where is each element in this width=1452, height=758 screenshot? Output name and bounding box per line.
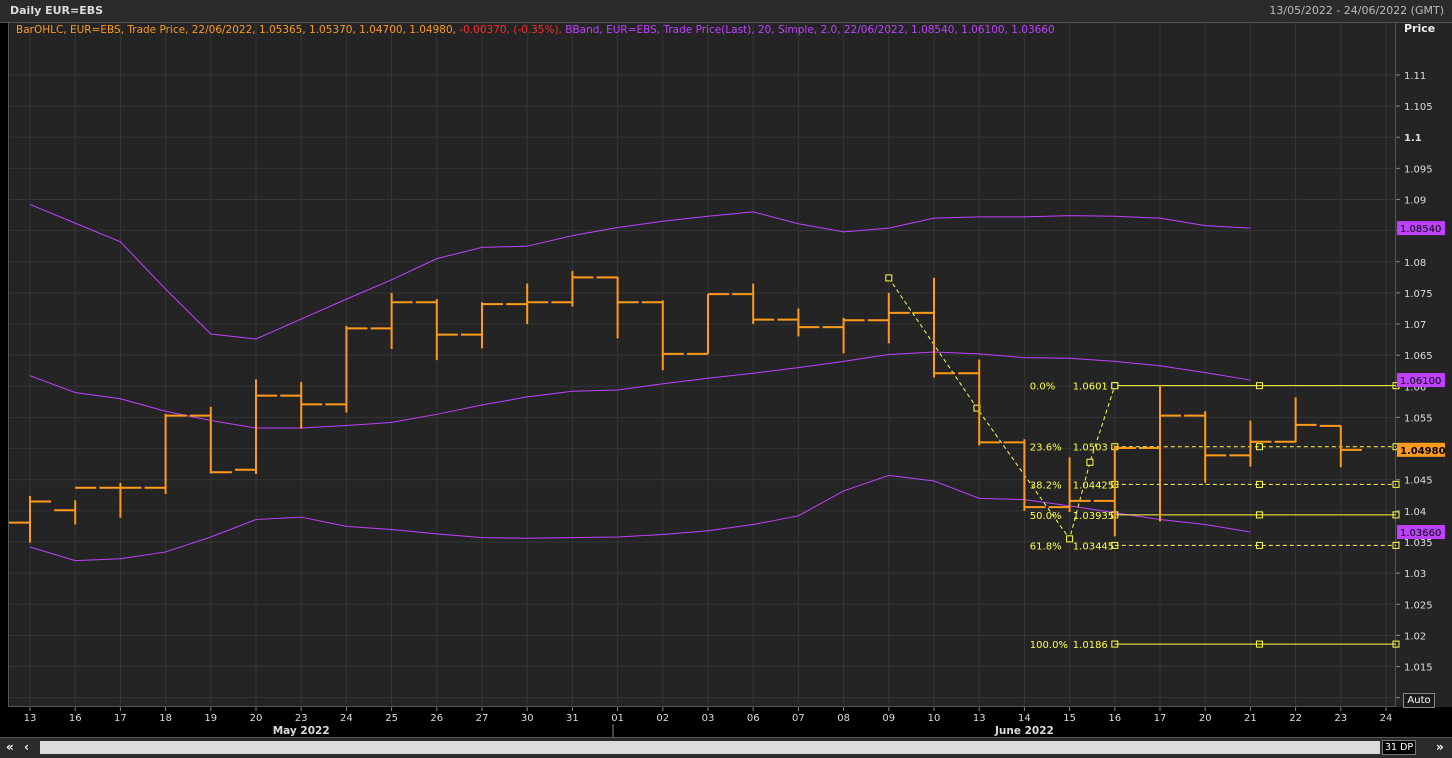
x-tick-label: 09 bbox=[882, 713, 895, 724]
fib-trend-handle bbox=[1111, 382, 1119, 390]
bband-upper-line bbox=[29, 203, 1251, 340]
x-tick-label: 14 bbox=[1018, 713, 1031, 724]
fib-pct-label: 38.2% bbox=[1030, 480, 1062, 491]
auto-scale-button[interactable]: Auto bbox=[1403, 693, 1435, 708]
price-tag-label: 1.06100 bbox=[1400, 376, 1441, 387]
month-label: June 2022 bbox=[994, 725, 1054, 737]
x-tick-label: 03 bbox=[702, 713, 715, 724]
fib-value-label: 1.03935 bbox=[1073, 511, 1114, 522]
y-tick-label: 1.075 bbox=[1404, 289, 1433, 300]
month-label: May 2022 bbox=[273, 725, 330, 737]
x-tick-label: 25 bbox=[385, 713, 398, 724]
x-tick-label: 19 bbox=[204, 713, 217, 724]
fib-value-label: 1.0186 bbox=[1073, 640, 1108, 651]
x-tick-label: 10 bbox=[928, 713, 941, 724]
fib-value-label: 1.04425 bbox=[1073, 480, 1114, 491]
y-tick-label: 1.04 bbox=[1404, 507, 1426, 518]
y-tick-label: 1.055 bbox=[1404, 413, 1433, 424]
fib-value-label: 1.0601 bbox=[1073, 382, 1108, 393]
y-tick-label: 1.035 bbox=[1404, 538, 1433, 549]
scroll-track[interactable] bbox=[40, 741, 1380, 754]
y-tick-label: 1.1 bbox=[1404, 133, 1422, 144]
x-tick-label: 07 bbox=[792, 713, 805, 724]
fib-value-label: 1.0503 bbox=[1073, 443, 1108, 454]
y-tick-label: 1.03 bbox=[1404, 569, 1426, 580]
fib-value-label: 1.03445 bbox=[1073, 541, 1114, 552]
fib-trend-handle bbox=[1086, 458, 1094, 466]
x-tick-label: 17 bbox=[114, 713, 127, 724]
fib-pct-label: 61.8% bbox=[1030, 541, 1062, 552]
fib-trend-line bbox=[888, 277, 1116, 541]
legend-change-text: -0.00370, (-0.35%), bbox=[456, 24, 562, 36]
x-tick-label: 21 bbox=[1244, 713, 1257, 724]
x-tick-label: 23 bbox=[295, 713, 308, 724]
x-tick-label: 13 bbox=[973, 713, 986, 724]
x-tick-label: 18 bbox=[159, 713, 172, 724]
price-tag-label: 1.04980 bbox=[1400, 446, 1446, 457]
data-points-box[interactable]: 31 DP bbox=[1382, 740, 1417, 755]
x-tick-label: 26 bbox=[430, 713, 443, 724]
x-tick-label: 20 bbox=[250, 713, 263, 724]
y-tick-label: 1.065 bbox=[1404, 351, 1433, 362]
x-tick-label: 01 bbox=[611, 713, 624, 724]
legend-bband-text: BBand, EUR=EBS, Trade Price(Last), 20, S… bbox=[561, 24, 1055, 36]
x-tick-label: 15 bbox=[1063, 713, 1076, 724]
x-tick-label: 22 bbox=[1289, 713, 1302, 724]
chart-legend: BarOHLC, EUR=EBS, Trade Price, 22/06/202… bbox=[16, 24, 1055, 36]
fib-trend-handle bbox=[885, 274, 893, 282]
x-tick-label: 31 bbox=[566, 713, 579, 724]
x-tick-label: 17 bbox=[1154, 713, 1167, 724]
scroll-last-button[interactable]: » bbox=[1436, 739, 1444, 755]
y-tick-label: 1.09 bbox=[1404, 195, 1426, 206]
x-tick-label: 20 bbox=[1199, 713, 1212, 724]
x-tick-label: 16 bbox=[1108, 713, 1121, 724]
fib-pct-label: 100.0% bbox=[1030, 640, 1068, 651]
ohlc-chart[interactable]: 1.011.0151.021.0251.031.0351.041.0451.05… bbox=[0, 0, 1452, 740]
scroll-first-button[interactable]: « bbox=[6, 739, 14, 755]
x-tick-label: 24 bbox=[340, 713, 353, 724]
y-tick-label: 1.08 bbox=[1404, 258, 1426, 269]
y-tick-label: 1.105 bbox=[1404, 102, 1433, 113]
scroll-prev-button[interactable]: ‹ bbox=[24, 739, 29, 755]
bband-lower-line bbox=[29, 474, 1251, 562]
x-tick-label: 16 bbox=[69, 713, 82, 724]
price-tag-label: 1.03660 bbox=[1400, 528, 1441, 539]
x-tick-label: 27 bbox=[476, 713, 489, 724]
price-tag-label: 1.08540 bbox=[1400, 224, 1441, 235]
scroll-bar: « ‹ 31 DP » bbox=[0, 737, 1452, 758]
x-tick-label: 06 bbox=[747, 713, 760, 724]
fib-trend-handle bbox=[1066, 535, 1074, 543]
y-tick-label: 1.02 bbox=[1404, 631, 1426, 642]
legend-ohlc-text: BarOHLC, EUR=EBS, Trade Price, 22/06/202… bbox=[16, 24, 456, 36]
x-tick-label: 23 bbox=[1334, 713, 1347, 724]
x-tick-label: 02 bbox=[656, 713, 669, 724]
bband-mid-line bbox=[29, 351, 1251, 429]
x-tick-label: 08 bbox=[837, 713, 850, 724]
y-tick-label: 1.11 bbox=[1404, 71, 1426, 82]
x-tick-label: 30 bbox=[521, 713, 534, 724]
fib-pct-label: 0.0% bbox=[1030, 382, 1055, 393]
fib-pct-label: 23.6% bbox=[1030, 443, 1062, 454]
y-tick-label: 1.015 bbox=[1404, 663, 1433, 674]
y-axis-title: Price bbox=[1404, 22, 1435, 35]
y-tick-label: 1.025 bbox=[1404, 600, 1433, 611]
y-tick-label: 1.095 bbox=[1404, 164, 1433, 175]
x-tick-label: 13 bbox=[24, 713, 37, 724]
y-tick-label: 1.07 bbox=[1404, 320, 1426, 331]
x-tick-label: 24 bbox=[1380, 713, 1393, 724]
y-tick-label: 1.045 bbox=[1404, 476, 1433, 487]
